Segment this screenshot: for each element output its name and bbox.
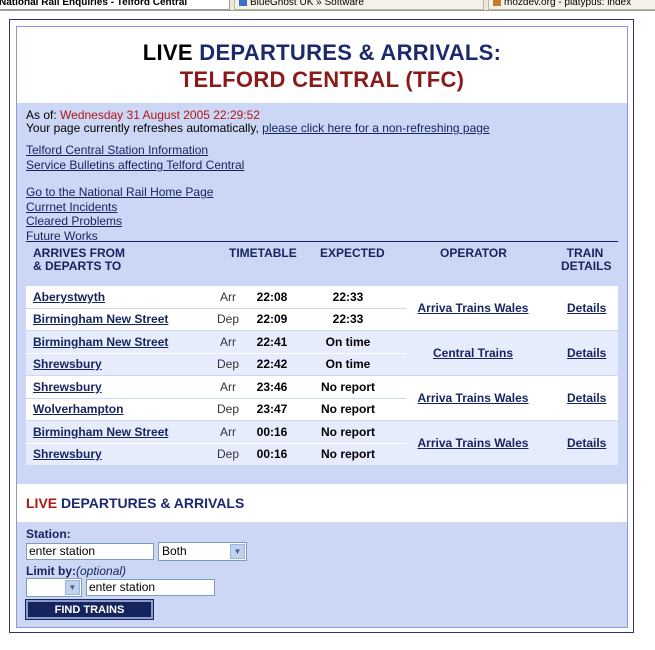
home-page-link[interactable]: Go to the National Rail Home Page (26, 185, 213, 199)
expected-time: 22:33 (332, 290, 364, 304)
chevron-down-icon: ▼ (65, 580, 80, 595)
arr-dep: Arr (220, 425, 236, 439)
station-link[interactable]: Birmingham New Street (33, 425, 168, 439)
service-bulletins-link[interactable]: Service Bulletins affecting Telford Cent… (26, 158, 244, 172)
operator-link[interactable]: Arriva Trains Wales (398, 301, 548, 315)
header-operator: OPERATOR (440, 246, 507, 260)
page-icon (239, 0, 247, 7)
row-divider (26, 443, 406, 444)
details-link[interactable]: Details (567, 436, 606, 450)
timetable-time: 00:16 (256, 447, 288, 461)
browser-tab[interactable]: mozdev.org - platypus: index (488, 0, 655, 10)
station-links: Telford Central Station Information Serv… (26, 143, 244, 173)
departures-table: Aberystwyth Arr 22:08 22:33 Birmingham N… (26, 286, 618, 466)
tab-label: mozdev.org - platypus: index (504, 0, 632, 8)
direction-value: Both (162, 544, 187, 558)
non-refreshing-link[interactable]: please click here for a non-refreshing p… (262, 121, 489, 135)
page-header: LIVE DEPARTURES & ARRIVALS: TELFORD CENT… (17, 27, 627, 103)
station-link[interactable]: Aberystwyth (33, 290, 105, 304)
limit-select[interactable]: ▼ (26, 578, 82, 597)
search-form: Station: Both ▼ Limit by:(optional) ▼ FI… (17, 522, 627, 627)
search-title-live: LIVE (26, 495, 58, 511)
search-title-rest: DEPARTURES & ARRIVALS (61, 495, 245, 511)
direction-select[interactable]: Both ▼ (158, 542, 247, 561)
timetable-time: 22:41 (256, 335, 288, 349)
national-rail-links: Go to the National Rail Home Page Currne… (26, 185, 213, 243)
expected-time: No report (321, 380, 375, 394)
timetable-time: 22:09 (256, 312, 288, 326)
timetable-time: 00:16 (256, 425, 288, 439)
timetable-time: 23:46 (256, 380, 288, 394)
station-label: Station: (26, 527, 71, 541)
title-rest: DEPARTURES & ARRIVALS: (199, 40, 502, 65)
as-of-label: As of: (26, 108, 57, 122)
header-train-details: TRAIN DETAILS (561, 246, 612, 273)
arr-dep: Arr (220, 335, 236, 349)
header-arrives-from: ARRIVES FROM & DEPARTS TO (33, 246, 126, 273)
expected-time: No report (321, 447, 375, 461)
departures-panel: As of: Wednesday 31 August 2005 22:29:52… (17, 103, 627, 484)
station-link[interactable]: Shrewsbury (33, 380, 102, 394)
timestamp-info: As of: Wednesday 31 August 2005 22:29:52… (26, 109, 490, 135)
browser-tab[interactable]: BlueGhost UK » Software (234, 0, 484, 10)
arr-dep: Dep (216, 312, 239, 326)
page-frame: LIVE DEPARTURES & ARRIVALS: TELFORD CENT… (9, 19, 634, 633)
expected-time: No report (321, 402, 375, 416)
limit-label: Limit by:(optional) (26, 564, 127, 578)
station-title: TELFORD CENTRAL (TFC) (179, 67, 465, 92)
operator-link[interactable]: Arriva Trains Wales (398, 436, 548, 450)
details-link[interactable]: Details (567, 391, 606, 405)
table-header: ARRIVES FROM & DEPARTS TO TIMETABLE EXPEC… (26, 241, 618, 282)
search-section-title: LIVE DEPARTURES & ARRIVALS (17, 484, 627, 522)
row-divider (26, 398, 406, 399)
row-divider (26, 308, 406, 309)
tab-label: National Rail Enquiries - Telford Centra… (0, 0, 188, 8)
current-incidents-link[interactable]: Currnet Incidents (26, 200, 117, 214)
arr-dep: Arr (220, 290, 236, 304)
arr-dep: Dep (216, 447, 239, 461)
header-timetable: TIMETABLE (229, 246, 297, 260)
station-link[interactable]: Shrewsbury (33, 357, 102, 371)
station-link[interactable]: Birmingham New Street (33, 312, 168, 326)
expected-time: No report (321, 425, 375, 439)
station-info-link[interactable]: Telford Central Station Information (26, 143, 208, 157)
refresh-text: Your page currently refreshes automatica… (26, 121, 259, 135)
details-link[interactable]: Details (567, 301, 606, 315)
expected-time: On time (325, 335, 371, 349)
timetable-time: 22:08 (256, 290, 288, 304)
page-icon (493, 0, 501, 7)
details-link[interactable]: Details (567, 346, 606, 360)
limit-station-input[interactable] (86, 579, 215, 596)
station-input[interactable] (26, 543, 154, 560)
operator-link[interactable]: Central Trains (398, 346, 548, 360)
station-link[interactable]: Birmingham New Street (33, 335, 168, 349)
station-link[interactable]: Shrewsbury (33, 447, 102, 461)
browser-tab-bar: National Rail Enquiries - Telford Centra… (0, 0, 655, 11)
header-expected: EXPECTED (320, 246, 385, 260)
expected-time: On time (325, 357, 371, 371)
title-live: LIVE (142, 40, 193, 65)
operator-link[interactable]: Arriva Trains Wales (398, 391, 548, 405)
chevron-down-icon: ▼ (230, 544, 245, 559)
arr-dep: Dep (216, 357, 239, 371)
timetable-time: 22:42 (256, 357, 288, 371)
arr-dep: Arr (220, 380, 236, 394)
as-of-value: Wednesday 31 August 2005 22:29:52 (60, 108, 260, 122)
timetable-time: 23:47 (256, 402, 288, 416)
content-box: LIVE DEPARTURES & ARRIVALS: TELFORD CENT… (16, 26, 628, 628)
find-trains-button[interactable]: FIND TRAINS (25, 599, 154, 620)
cleared-problems-link[interactable]: Cleared Problems (26, 214, 122, 228)
station-link[interactable]: Wolverhampton (33, 402, 123, 416)
arr-dep: Dep (216, 402, 239, 416)
page-title: LIVE DEPARTURES & ARRIVALS: (17, 40, 627, 66)
row-divider (26, 353, 406, 354)
expected-time: 22:33 (332, 312, 364, 326)
browser-tab-active[interactable]: National Rail Enquiries - Telford Centra… (0, 0, 230, 10)
tab-label: BlueGhost UK » Software (250, 0, 364, 8)
